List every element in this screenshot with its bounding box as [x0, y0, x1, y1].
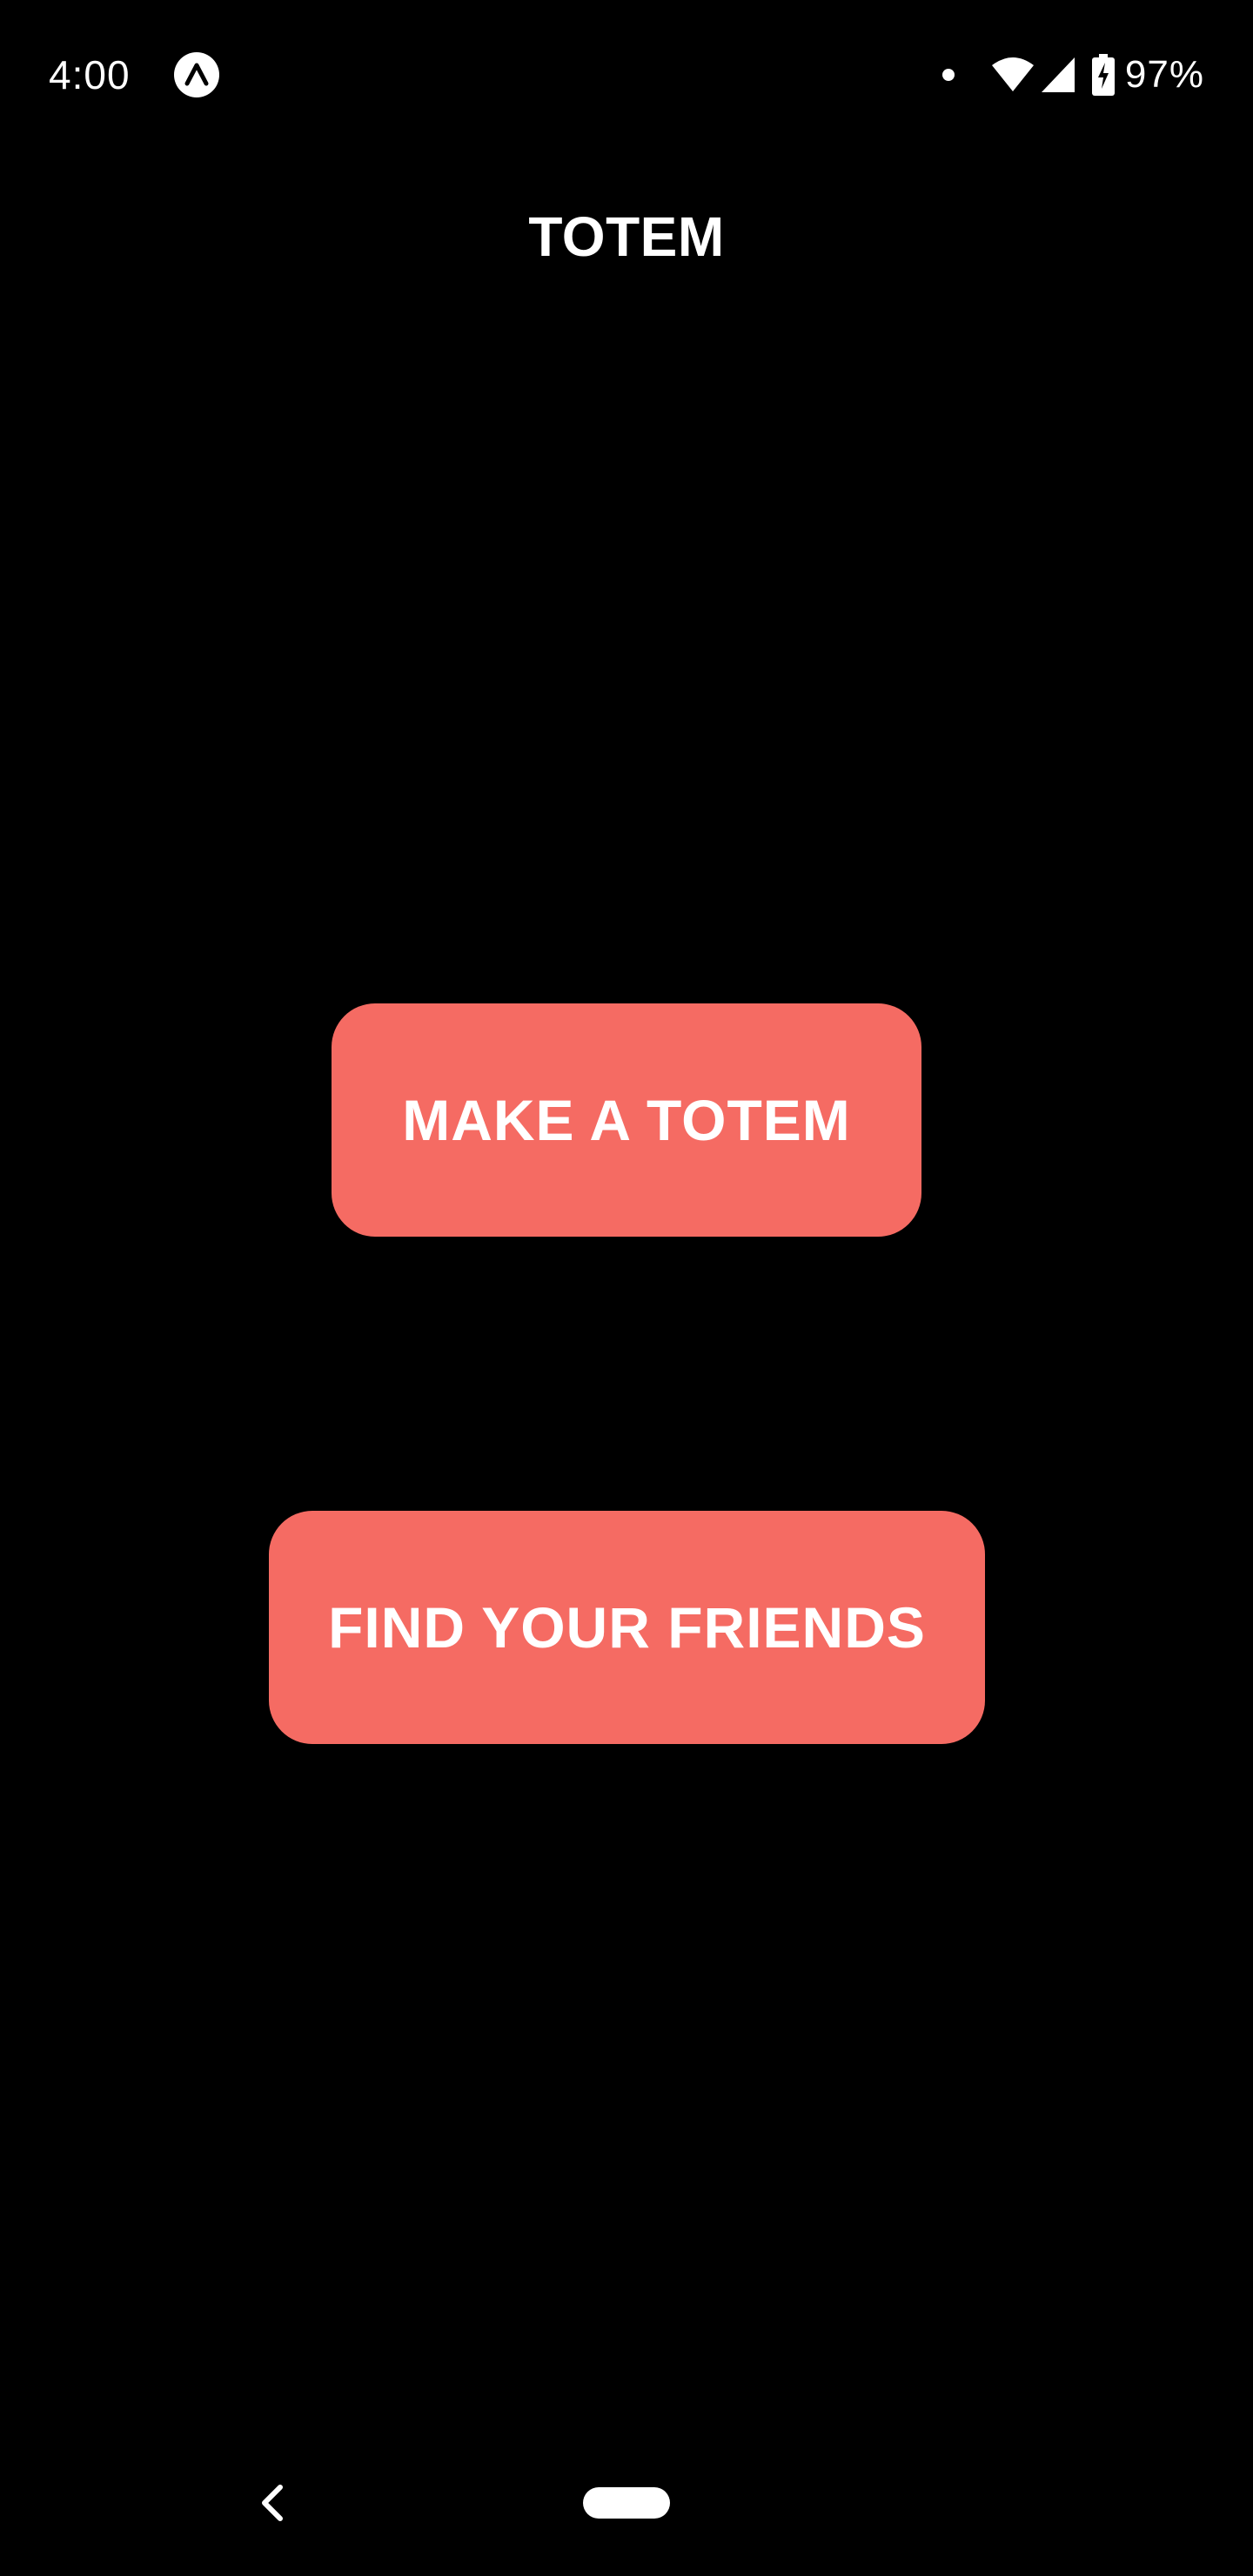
expo-icon	[174, 52, 219, 97]
status-icons: 97%	[941, 49, 1204, 101]
battery-charging-icon	[1091, 54, 1115, 96]
find-friends-label: FIND YOUR FRIENDS	[328, 1595, 926, 1660]
dot-icon	[941, 69, 955, 81]
make-totem-label: MAKE A TOTEM	[402, 1088, 851, 1152]
page-title: TOTEM	[528, 205, 725, 268]
status-time: 4:00	[49, 52, 131, 97]
cell-signal-icon	[1041, 57, 1075, 92]
status-bar: 4:00 97%	[0, 0, 1253, 148]
back-chevron-icon[interactable]	[254, 2479, 289, 2527]
find-friends-button[interactable]: FIND YOUR FRIENDS	[269, 1511, 985, 1744]
battery-percent: 97%	[1124, 53, 1204, 96]
home-pill-icon[interactable]	[583, 2487, 670, 2519]
make-totem-button[interactable]: MAKE A TOTEM	[332, 1003, 921, 1237]
wifi-icon	[991, 57, 1034, 91]
